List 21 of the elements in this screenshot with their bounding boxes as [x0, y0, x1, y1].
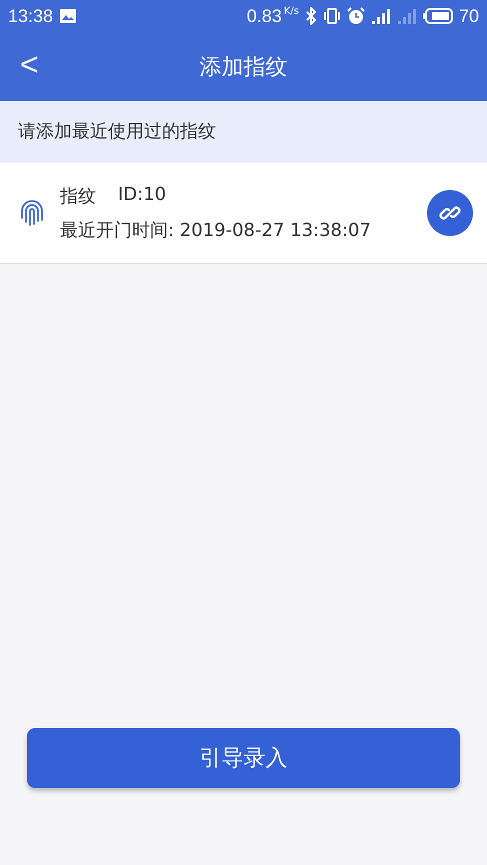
bluetooth-icon: [304, 7, 317, 25]
link-button[interactable]: [427, 190, 473, 236]
speed-unit: K/s: [284, 6, 299, 17]
last-open-time: 最近开门时间: 2019-08-27 13:38:07: [60, 219, 372, 242]
battery-icon: [422, 8, 453, 24]
battery-level: 70: [458, 6, 479, 26]
signal-icon: [396, 7, 417, 25]
fingerprint-id: ID:10: [118, 184, 166, 207]
network-speed: 0.83: [246, 6, 282, 26]
fingerprint-icon: [18, 198, 46, 228]
guided-enroll-button[interactable]: 引导录入: [27, 728, 460, 788]
notice-banner: 请添加最近使用过的指纹: [0, 101, 487, 163]
page-title: 添加指纹: [200, 54, 288, 82]
back-button[interactable]: <: [14, 46, 45, 83]
fingerprint-item[interactable]: 指纹 ID:10 最近开门时间: 2019-08-27 13:38:07: [0, 163, 487, 264]
signal-icon: [370, 7, 391, 25]
alarm-icon: [346, 7, 365, 25]
status-time: 13:38: [8, 6, 54, 26]
fingerprint-name: 指纹: [60, 185, 96, 208]
vibrate-icon: [322, 8, 341, 24]
image-icon: [59, 8, 78, 24]
